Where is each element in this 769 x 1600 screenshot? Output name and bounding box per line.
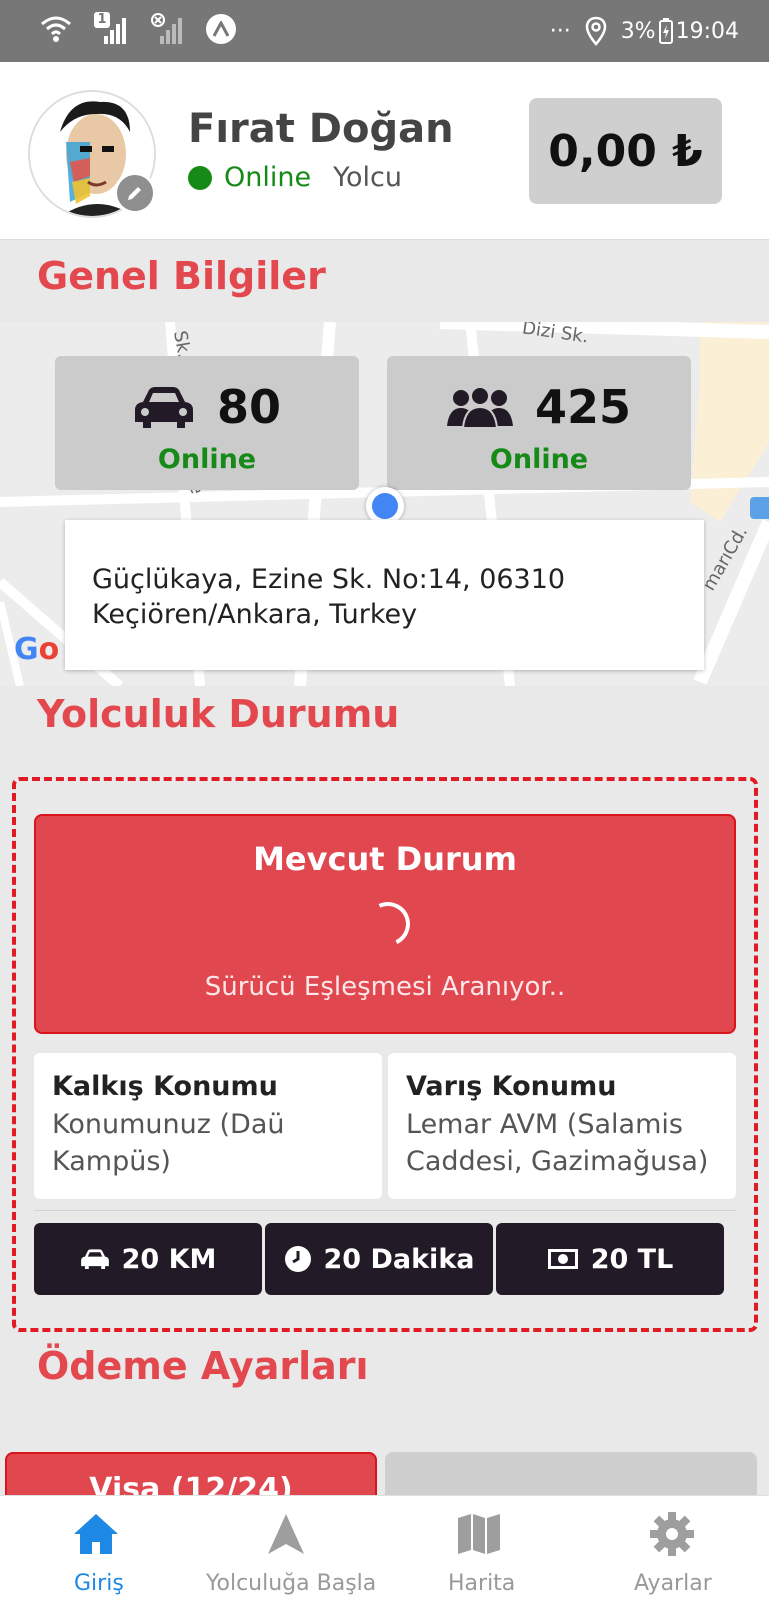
balance-display[interactable]: 0,00 ₺ (529, 98, 722, 204)
nav-label-map: Harita (448, 1571, 516, 1596)
departure-value-line-2: Kampüs) (52, 1146, 171, 1177)
money-icon (547, 1249, 578, 1269)
departure-value-line-1: Konumunuz (Daü (52, 1109, 285, 1140)
distance-pill: 20 KM (34, 1223, 262, 1295)
address-line-1: Güçlükaya, Ezine Sk. No:14, 06310 (92, 564, 566, 595)
arrival-value-line-1: Lemar AVM (Salamis (406, 1109, 683, 1140)
online-passengers-count: 425 (534, 380, 632, 434)
nav-label-start-ride: Yolculuğa Başla (206, 1571, 377, 1596)
pencil-icon (128, 187, 141, 200)
online-drivers-label: Online (157, 444, 257, 475)
google-logo: Go (14, 632, 59, 667)
user-role: Yolcu (333, 162, 402, 193)
duration-pill: 20 Dakika (265, 1223, 493, 1295)
signal-icon: 1 (94, 12, 128, 46)
car-icon (134, 387, 193, 428)
divider (34, 1210, 736, 1211)
status-bar-right: ··· 3% 19:04 (550, 16, 739, 46)
price-pill: 20 TL (496, 1223, 724, 1295)
online-drivers-count: 80 (216, 380, 281, 434)
bottom-navigation: Giriş Yolculuğa Başla Harita Ayarlar (0, 1495, 769, 1600)
nav-label-home: Giriş (74, 1571, 124, 1596)
battery-group: 3% 19:04 (621, 17, 739, 45)
nav-label-settings: Ayarlar (634, 1571, 712, 1596)
profile-header: Fırat Doğan Online Yolcu 0,00 ₺ (0, 62, 769, 240)
more-dots: ··· (549, 18, 571, 44)
nav-item-home[interactable]: Giriş (40, 1496, 152, 1600)
ride-status-container: Mevcut Durum Sürücü Eşleşmesi Aranıyor..… (12, 777, 758, 1332)
edit-avatar-button[interactable] (114, 172, 156, 214)
price-value: 20 TL (590, 1243, 674, 1275)
gear-icon (650, 1512, 694, 1556)
loading-spinner-icon (359, 895, 417, 953)
nav-item-start-ride[interactable]: Yolculuğa Başla (196, 1496, 376, 1600)
clock: 19:04 (675, 18, 739, 44)
map-icon (458, 1514, 500, 1554)
battery-percent: 3% (620, 18, 656, 44)
clock-icon (284, 1246, 311, 1272)
nav-item-map[interactable]: Harita (420, 1496, 540, 1600)
section-title-general-info: Genel Bilgiler (37, 254, 326, 298)
section-title-payment-settings: Ödeme Ayarları (37, 1344, 369, 1388)
status-bar-left: 1 (40, 12, 236, 46)
arrival-location-card[interactable]: Varış Konumu Lemar AVM (Salamis Caddesi,… (388, 1053, 736, 1199)
online-drivers-card: 80 Online (55, 356, 359, 490)
navigation-arrow-icon (268, 1514, 304, 1554)
online-passengers-card: 425 Online (387, 356, 691, 490)
location-pin-icon (585, 16, 606, 46)
current-status-text: Sürücü Eşleşmesi Aranıyor.. (204, 972, 566, 1002)
nav-item-settings[interactable]: Ayarlar (612, 1496, 732, 1600)
app-notification-icon (206, 14, 236, 44)
map-view[interactable]: Dizi Sk. Sk. Te marıCd. 80 Online 425 On… (0, 322, 769, 686)
home-icon (74, 1514, 118, 1554)
user-name: Fırat Doğan (188, 106, 454, 152)
signal-off-icon (151, 13, 182, 44)
car-icon (80, 1249, 109, 1270)
current-status-card: Mevcut Durum Sürücü Eşleşmesi Aranıyor.. (34, 814, 736, 1034)
duration-value: 20 Dakika (323, 1243, 475, 1275)
departure-title: Kalkış Konumu (52, 1071, 278, 1102)
google-logo-text: Go (14, 632, 60, 667)
address-box: Güçlükaya, Ezine Sk. No:14, 06310 Keçiör… (65, 520, 704, 670)
distance-value: 20 KM (121, 1243, 217, 1275)
user-status-row: Online Yolcu (188, 162, 402, 193)
section-title-ride-status: Yolculuk Durumu (37, 692, 400, 736)
battery-charging-icon (658, 18, 673, 44)
current-status-title: Mevcut Durum (253, 840, 517, 878)
arrival-title: Varış Konumu (406, 1071, 617, 1102)
address-line-2: Keçiören/Ankara, Turkey (92, 599, 418, 630)
online-passengers-label: Online (489, 444, 589, 475)
arrival-value-line-2: Caddesi, Gazimağusa) (406, 1146, 709, 1177)
status-bar: 1 ··· 3% 19:04 (0, 0, 769, 62)
users-icon (446, 386, 513, 428)
user-online-status: Online (224, 162, 312, 193)
online-indicator (188, 165, 212, 190)
departure-location-card[interactable]: Kalkış Konumu Konumunuz (Daü Kampüs) (34, 1053, 382, 1199)
wifi-icon (41, 16, 71, 42)
